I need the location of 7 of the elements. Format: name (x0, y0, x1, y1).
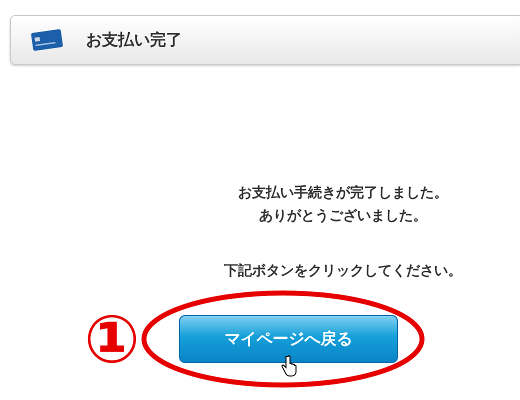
message-text: ありがとうございました。 (258, 207, 428, 226)
mypage-button[interactable]: マイページへ戻る (178, 315, 398, 363)
hand-cursor-icon (280, 355, 297, 377)
header-title: お支払い完了 (86, 30, 182, 50)
step-marker: ① (84, 305, 140, 375)
message-text: お支払い手続きが完了しました。 (237, 184, 449, 203)
instruction-text: 下記ボタンをクリックしてください。 (223, 262, 463, 281)
